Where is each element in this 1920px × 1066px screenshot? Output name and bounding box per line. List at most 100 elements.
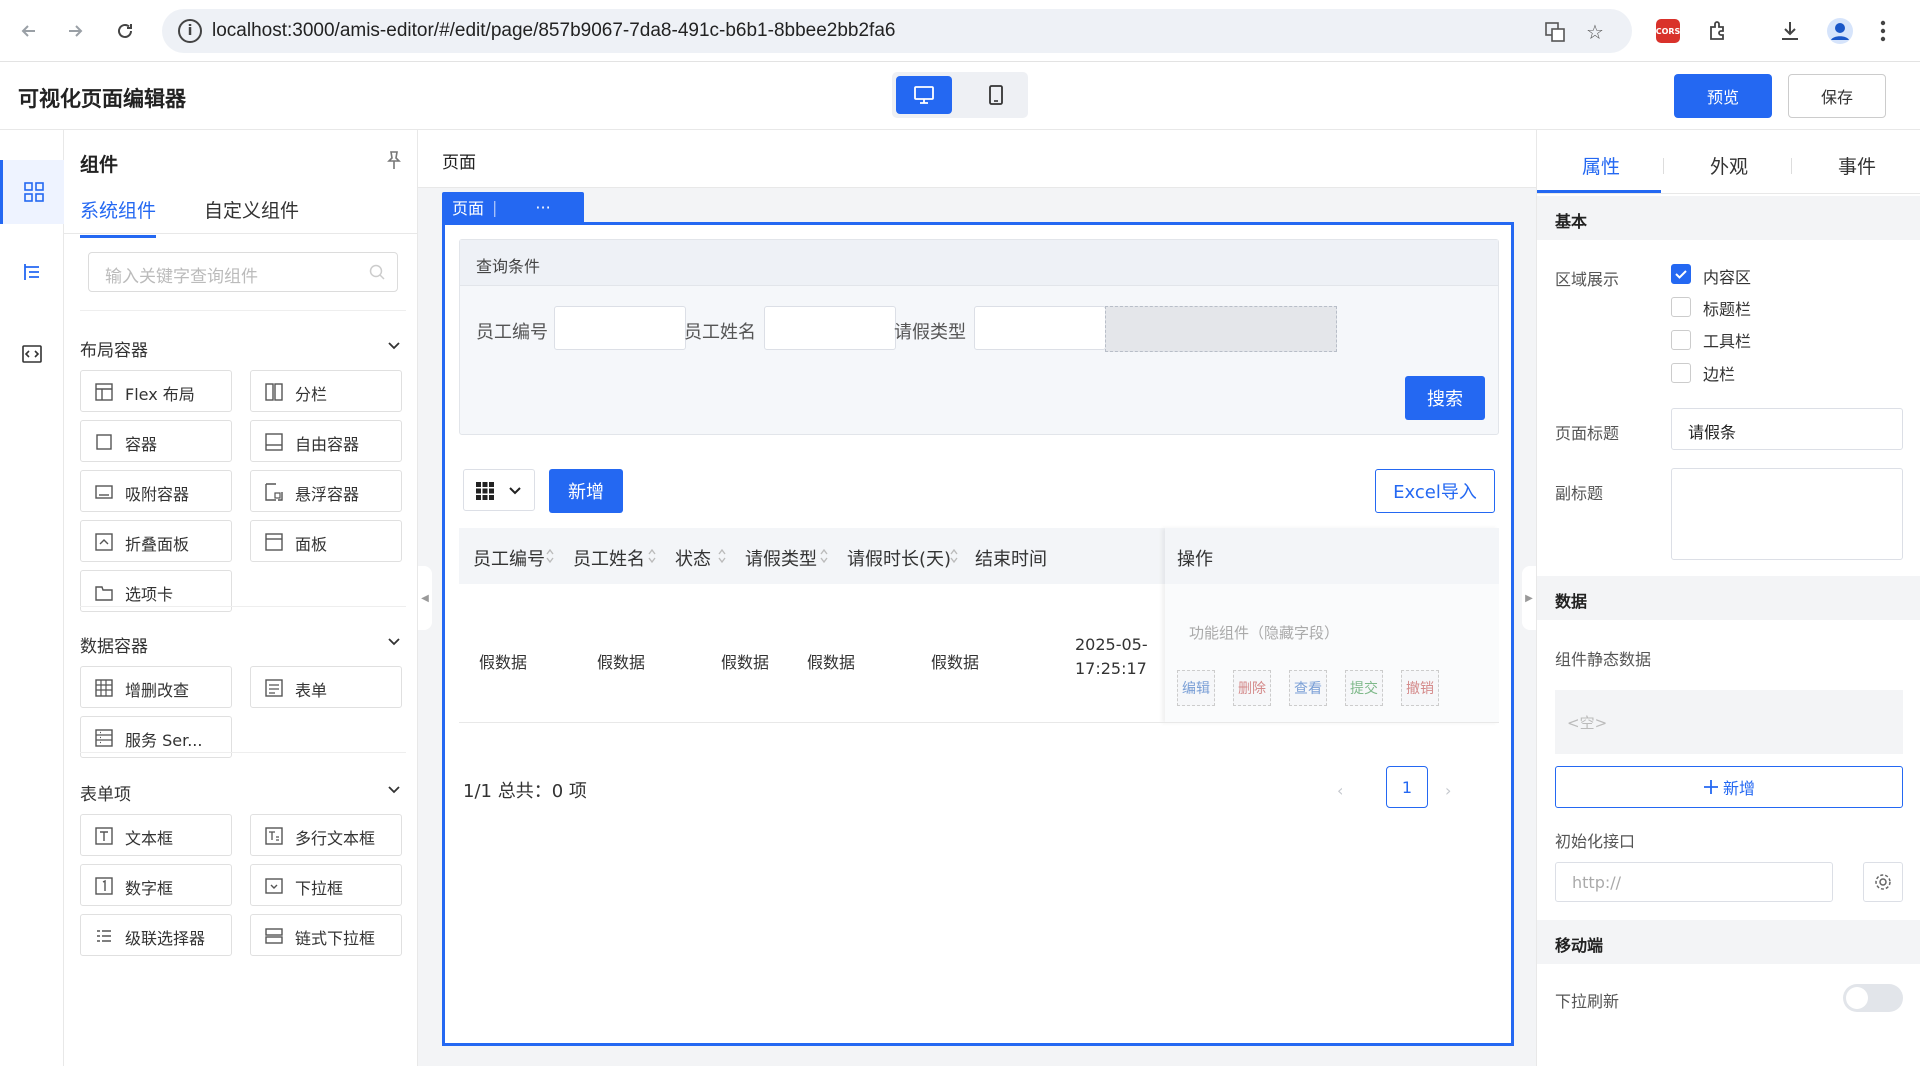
component-cascader[interactable]: 级联选择器 (80, 914, 232, 956)
cors-extension-icon[interactable]: CORS (1656, 17, 1680, 45)
search-button[interactable]: 搜索 (1405, 376, 1485, 420)
component-form[interactable]: 表单 (250, 666, 402, 708)
left-rail (0, 130, 64, 1066)
page-title-input[interactable]: 请假条 (1671, 408, 1903, 450)
outline-nav-icon[interactable] (0, 240, 64, 304)
employee-name-input[interactable] (764, 306, 896, 350)
edit-button[interactable]: 编辑 (1177, 670, 1215, 706)
editor-title: 可视化页面编辑器 (18, 87, 186, 111)
code-nav-icon[interactable] (0, 322, 64, 386)
sort-icon (820, 548, 828, 564)
component-select[interactable]: 下拉框 (250, 864, 402, 906)
site-info-icon[interactable]: i (178, 19, 202, 43)
settings-icon (1875, 874, 1891, 890)
component-textarea[interactable]: 多行文本框 (250, 814, 402, 856)
component-search-input[interactable]: 输入关键字查询组件 (88, 252, 398, 292)
download-icon[interactable] (1778, 17, 1802, 45)
save-button[interactable]: 保存 (1788, 74, 1886, 118)
bookmark-star-icon[interactable]: ☆ (1582, 19, 1608, 45)
column-header[interactable]: 结束时间 (975, 545, 1047, 571)
column-header[interactable]: 员工姓名 (573, 545, 645, 571)
leave-type-label: 请假类型 (894, 322, 966, 343)
region-display-label: 区域展示 (1555, 270, 1620, 289)
back-icon[interactable] (12, 14, 46, 48)
tab-custom-components[interactable]: 自定义组件 (204, 196, 299, 235)
tab-appearance[interactable]: 外观 (1665, 152, 1793, 179)
submit-button[interactable]: 提交 (1345, 670, 1383, 706)
browser-menu-icon[interactable] (1880, 17, 1886, 45)
page-number-button[interactable]: 1 (1386, 766, 1428, 808)
section-data[interactable]: 数据 (1537, 576, 1920, 620)
sidebar-checkbox[interactable] (1671, 363, 1691, 383)
component-number-input[interactable]: 数字框 (80, 864, 232, 906)
breadcrumb-page[interactable]: 页面 (442, 148, 476, 173)
address-bar[interactable]: i localhost:3000/amis-editor/#/edit/page… (162, 9, 1632, 53)
pin-icon[interactable] (382, 148, 406, 172)
group-data-containers[interactable]: 数据容器 (80, 632, 406, 657)
desktop-view-button[interactable] (896, 76, 952, 114)
add-static-data-button[interactable]: 新增 (1555, 766, 1903, 808)
grid-icon (476, 482, 494, 500)
title-bar-label: 标题栏 (1703, 300, 1752, 319)
employee-id-input[interactable] (554, 306, 686, 350)
more-icon[interactable]: ··· (535, 198, 550, 217)
component-columns[interactable]: 分栏 (250, 370, 402, 412)
column-header[interactable]: 请假时长(天) (847, 545, 951, 571)
pull-refresh-switch[interactable] (1843, 984, 1903, 1012)
component-floating-container[interactable]: 悬浮容器 (250, 470, 402, 512)
content-region-checkbox[interactable] (1671, 264, 1691, 284)
column-toggle-button[interactable] (463, 469, 535, 511)
group-form-items[interactable]: 表单项 (80, 780, 406, 805)
leave-type-input[interactable] (974, 306, 1106, 350)
component-free-container[interactable]: 自由容器 (250, 420, 402, 462)
component-collapse-panel[interactable]: 折叠面板 (80, 520, 232, 562)
query-form-header: 查询条件 (460, 240, 1498, 286)
next-page-icon[interactable]: › (1445, 781, 1451, 800)
tab-system-components[interactable]: 系统组件 (80, 196, 157, 238)
prev-page-icon[interactable]: ‹ (1337, 781, 1343, 800)
add-button[interactable]: 新增 (549, 469, 623, 513)
api-settings-button[interactable] (1863, 862, 1903, 902)
column-header[interactable]: 请假类型 (745, 545, 817, 571)
delete-button[interactable]: 删除 (1233, 670, 1271, 706)
section-basic[interactable]: 基本 (1537, 196, 1920, 240)
component-text-input[interactable]: 文本框 (80, 814, 232, 856)
collapse-right-panel-icon[interactable]: ▶ (1522, 566, 1536, 630)
section-mobile[interactable]: 移动端 (1537, 920, 1920, 964)
flex-layout-icon (95, 383, 113, 401)
breadcrumb: 页面 (418, 130, 1536, 188)
tab-events[interactable]: 事件 (1793, 152, 1920, 179)
components-nav-icon[interactable] (0, 160, 64, 224)
mobile-view-button[interactable] (968, 76, 1024, 114)
extensions-icon[interactable] (1706, 17, 1730, 45)
view-button[interactable]: 查看 (1289, 670, 1327, 706)
revoke-button[interactable]: 撤销 (1401, 670, 1439, 706)
component-panel[interactable]: 面板 (250, 520, 402, 562)
group-layout-containers[interactable]: 布局容器 (80, 336, 406, 361)
sort-icon (718, 548, 726, 564)
collapse-left-panel-icon[interactable]: ◀ (418, 566, 432, 630)
page-selection-tag[interactable]: 页面 | ··· (442, 192, 584, 222)
toolbar-checkbox[interactable] (1671, 330, 1691, 350)
forward-icon[interactable] (58, 14, 92, 48)
init-api-input[interactable]: http:// (1555, 862, 1833, 902)
component-crud[interactable]: 增删改查 (80, 666, 232, 708)
profile-avatar-icon[interactable] (1826, 17, 1854, 45)
preview-button[interactable]: 预览 (1674, 74, 1772, 118)
static-data-box[interactable]: <空> (1555, 690, 1903, 754)
component-sticky-container[interactable]: 吸附容器 (80, 470, 232, 512)
reload-icon[interactable] (108, 14, 142, 48)
table-cell: 2025-05- (1075, 635, 1148, 654)
subtitle-textarea[interactable] (1671, 468, 1903, 560)
component-flex-layout[interactable]: Flex 布局 (80, 370, 232, 412)
column-header[interactable]: 状态 (675, 545, 711, 571)
excel-import-button[interactable]: Excel导入 (1375, 469, 1495, 513)
title-bar-checkbox[interactable] (1671, 297, 1691, 317)
tab-properties[interactable]: 属性 (1537, 152, 1665, 179)
page-component[interactable]: 查询条件 员工编号 员工姓名 请假类型 搜索 新增 Excel导入 员工编号 员… (442, 222, 1514, 1046)
translate-icon[interactable] (1542, 19, 1568, 45)
column-header[interactable]: 员工编号 (473, 545, 545, 571)
sort-icon (950, 548, 958, 564)
component-container[interactable]: 容器 (80, 420, 232, 462)
component-chained-select[interactable]: 链式下拉框 (250, 914, 402, 956)
